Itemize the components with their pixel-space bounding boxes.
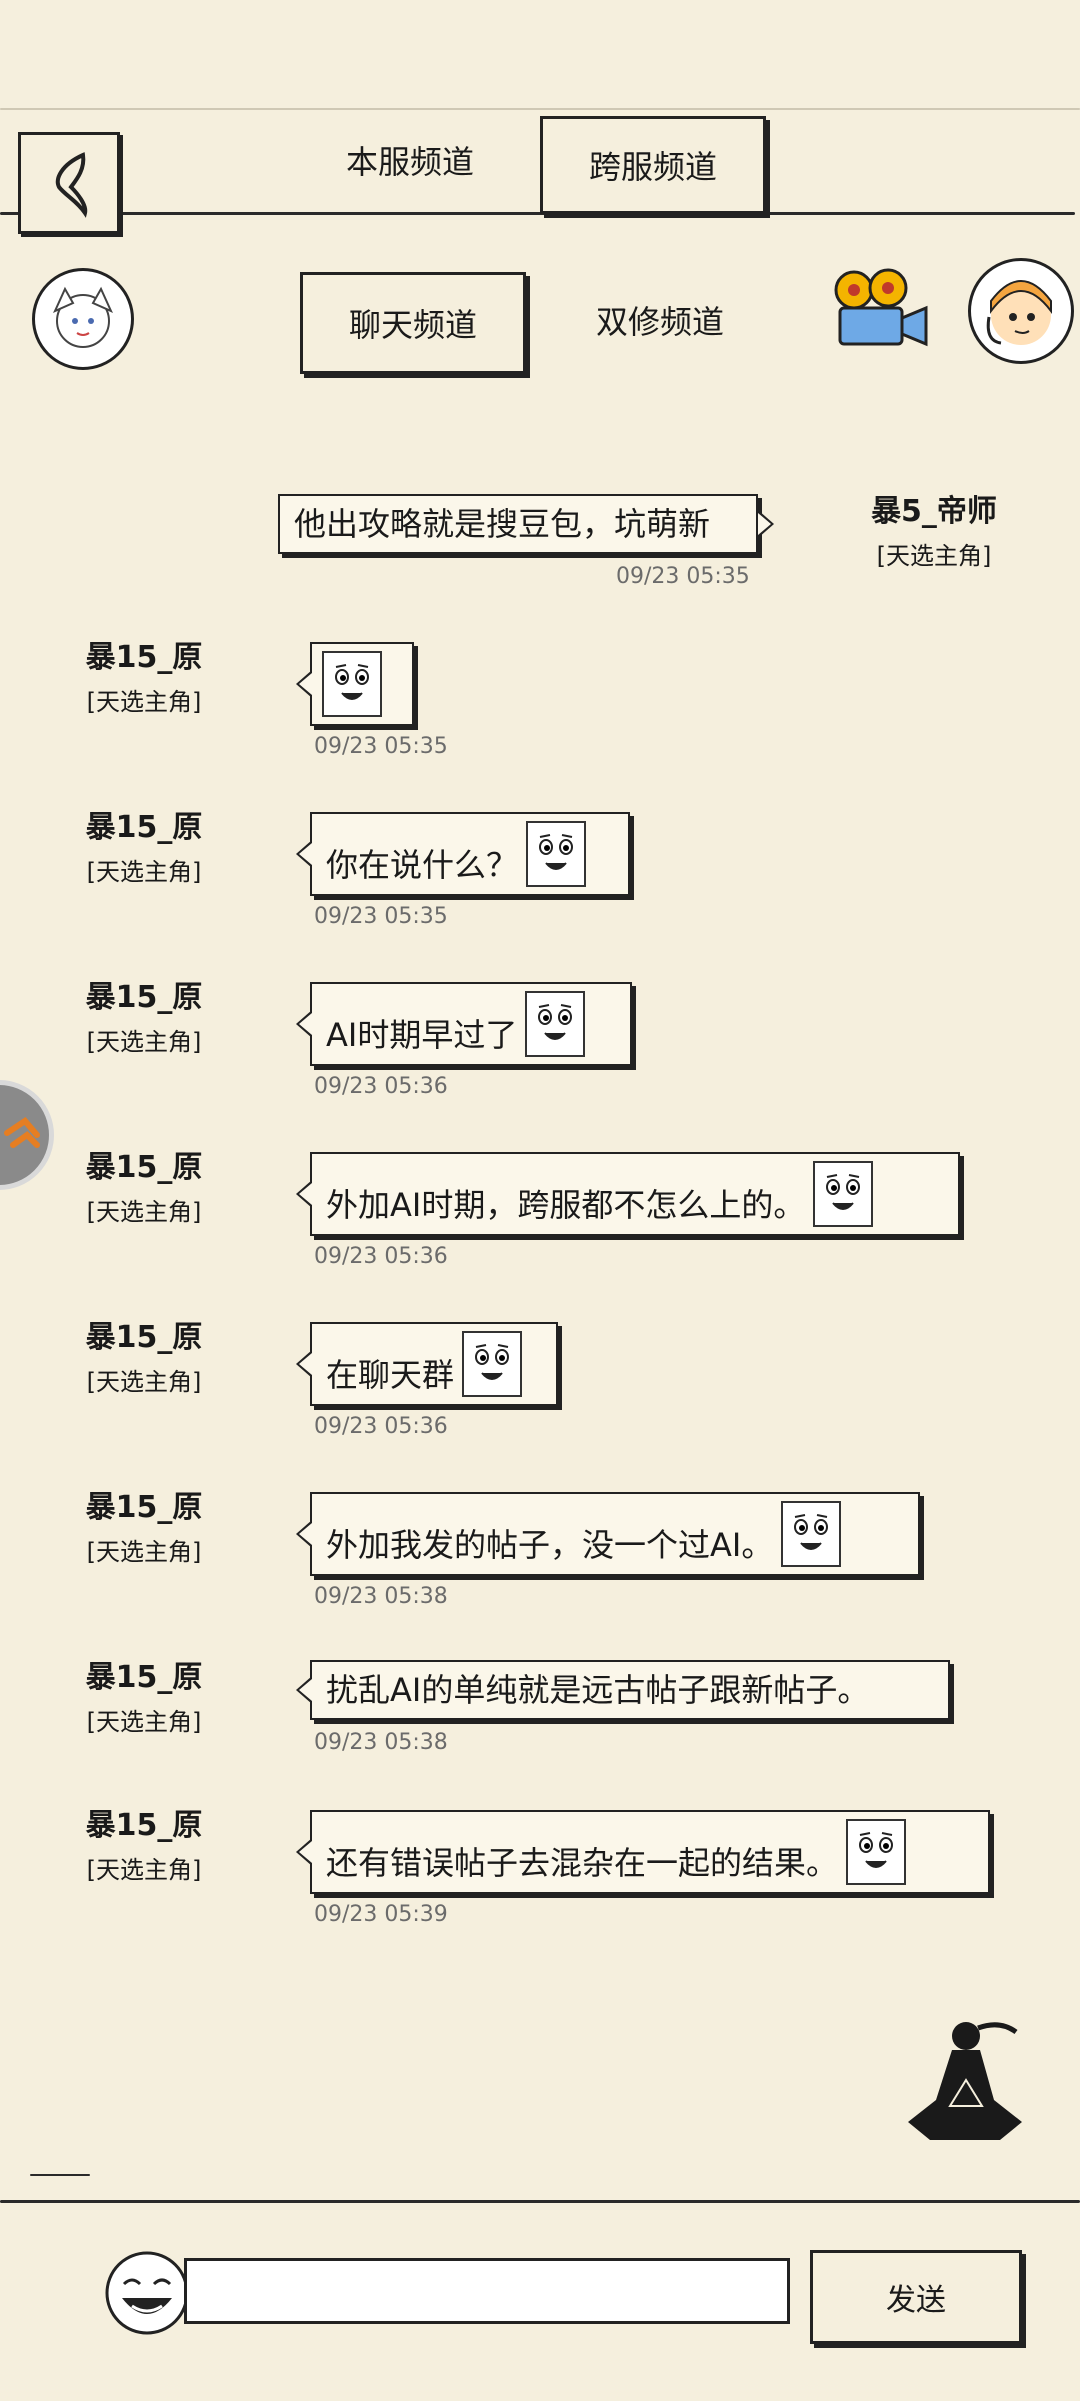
tab-dual-cultivation[interactable]: 双修频道 — [560, 272, 760, 368]
message-row: 暴15_原 [天选主角] 扰乱AI的单纯就是远古帖子跟新帖子。 09/23 05… — [0, 1650, 1080, 1770]
message-text: 外加我发的帖子，没一个过AI。 — [326, 1526, 774, 1564]
message-row: 暴15_原 [天选主角] 外加我发的帖子，没一个过AI。 09/23 05:38 — [0, 1480, 1080, 1620]
tab-chat-channel-label: 聊天频道 — [348, 306, 477, 344]
send-button-label: 发送 — [886, 2283, 946, 2318]
emoji-face-icon — [322, 651, 382, 717]
tab-dual-cultivation-label: 双修频道 — [595, 303, 724, 341]
customer-service-avatar-icon[interactable] — [968, 258, 1074, 364]
sender-title: [天选主角] — [86, 1028, 202, 1056]
sender-name: 暴15_原 — [85, 1320, 203, 1355]
sender-title: [天选主角] — [86, 1368, 202, 1396]
back-arrow-icon — [55, 152, 88, 218]
message-text: 还有错误帖子去混杂在一起的结果。 — [326, 1844, 839, 1882]
emoji-face-icon — [525, 991, 586, 1057]
sender-title: [天选主角] — [86, 858, 202, 886]
back-button[interactable] — [18, 132, 120, 234]
message-text: AI时期早过了 — [326, 1016, 518, 1054]
sender-name: 暴15_原 — [85, 980, 203, 1015]
sender-name: 暴15_原 — [85, 1150, 203, 1185]
user-avatar-icon[interactable] — [32, 268, 134, 370]
message-row: 暴15_原 [天选主角] 在聊天群 09/23 05:36 — [0, 1310, 1080, 1450]
emoji-button[interactable] — [104, 2250, 190, 2336]
message-row: 暴15_原 [天选主角] 外加AI时期，跨服都不怎么上的。 09/23 05:3… — [0, 1140, 1080, 1280]
bubble-tail — [296, 1350, 312, 1378]
message-text: 你在说什么？ — [326, 846, 519, 884]
emoji-face-icon — [781, 1501, 842, 1567]
message-text: 他出攻略就是搜豆包，坑萌新 — [294, 505, 711, 543]
emoji-face-icon — [526, 821, 587, 887]
bubble-tail — [296, 1838, 312, 1866]
bubble-tail — [296, 1010, 312, 1038]
message-bubble[interactable] — [296, 642, 414, 726]
meditation-figure-icon[interactable] — [900, 2010, 1030, 2146]
message-time: 09/23 05:35 — [314, 734, 448, 759]
sender-name: 暴15_原 — [85, 1490, 203, 1525]
sender-title: [天选主角] — [86, 1708, 202, 1736]
message-time: 09/23 05:38 — [314, 1584, 448, 1609]
tab-chat-channel[interactable]: 聊天频道 — [300, 272, 526, 374]
message-time: 09/23 05:35 — [314, 904, 448, 929]
message-time: 09/23 05:35 — [616, 564, 750, 589]
bubble-tail — [296, 670, 312, 698]
floating-assistant-icon[interactable] — [0, 1080, 54, 1190]
sender-title: [天选主角] — [86, 688, 202, 716]
tab-local-server[interactable]: 本服频道 — [320, 112, 500, 208]
bubble-tail — [296, 840, 312, 868]
sender-title: [天选主角] — [86, 1198, 202, 1226]
message-text: 在聊天群 — [326, 1356, 455, 1394]
message-bubble[interactable]: 扰乱AI的单纯就是远古帖子跟新帖子。 — [296, 1660, 950, 1720]
message-time: 09/23 05:39 — [314, 1902, 448, 1927]
message-time: 09/23 05:36 — [314, 1074, 448, 1099]
message-bubble[interactable]: 还有错误帖子去混杂在一起的结果。 — [296, 1810, 990, 1894]
message-bubble[interactable]: 外加AI时期，跨服都不怎么上的。 — [296, 1152, 960, 1236]
video-camera-icon[interactable] — [826, 268, 932, 354]
message-time: 09/23 05:36 — [314, 1414, 448, 1439]
message-time: 09/23 05:36 — [314, 1244, 448, 1269]
emoji-face-icon — [813, 1161, 874, 1227]
sender-name: 暴15_原 — [85, 1808, 203, 1843]
message-text: 扰乱AI的单纯就是远古帖子跟新帖子。 — [326, 1671, 870, 1709]
tab-local-server-label: 本服频道 — [345, 143, 474, 181]
emoji-face-icon — [846, 1819, 907, 1885]
message-row: 暴15_原 [天选主角] AI时期早过了 09/23 05:36 — [0, 970, 1080, 1110]
sender-title: [天选主角] — [86, 1538, 202, 1566]
message-input[interactable] — [184, 2258, 790, 2324]
tab-cross-server[interactable]: 跨服频道 — [540, 116, 766, 214]
sender-name: 暴15_原 — [85, 640, 203, 675]
message-text: 外加AI时期，跨服都不怎么上的。 — [326, 1186, 806, 1224]
emoji-face-icon — [462, 1331, 523, 1397]
tab-cross-server-label: 跨服频道 — [588, 148, 717, 186]
message-bubble[interactable]: AI时期早过了 — [296, 982, 632, 1066]
bubble-tail — [296, 1180, 312, 1208]
message-bubble[interactable]: 外加我发的帖子，没一个过AI。 — [296, 1492, 920, 1576]
message-time: 09/23 05:38 — [314, 1730, 448, 1755]
sender-title: [天选主角] — [86, 1856, 202, 1884]
message-row: 暴15_原 [天选主角] 09/23 05:35 — [0, 630, 1080, 770]
emoji-face-icon — [105, 2251, 189, 2335]
message-bubble[interactable]: 你在说什么？ — [296, 812, 630, 896]
message-row: 暴15_原 [天选主角] 你在说什么？ 09/23 05:35 — [0, 800, 1080, 940]
bubble-tail — [296, 1520, 312, 1548]
sender-name: 暴15_原 — [85, 1660, 203, 1695]
message-self: 他出攻略就是搜豆包，坑萌新 09/23 05:35 暴5_帝师 [天选主角] — [0, 480, 1080, 600]
message-bubble[interactable]: 他出攻略就是搜豆包，坑萌新 — [278, 494, 774, 554]
sender-name: 暴5_帝师 — [871, 494, 997, 529]
send-button[interactable]: 发送 — [810, 2250, 1022, 2344]
bubble-tail — [758, 510, 774, 538]
sender-name: 暴15_原 — [85, 810, 203, 845]
message-bubble[interactable]: 在聊天群 — [296, 1322, 558, 1406]
sender-title: [天选主角] — [876, 542, 992, 570]
message-row: 暴15_原 [天选主角] 还有错误帖子去混杂在一起的结果。 09/23 05:3… — [0, 1798, 1080, 1938]
bubble-tail — [296, 1676, 312, 1704]
